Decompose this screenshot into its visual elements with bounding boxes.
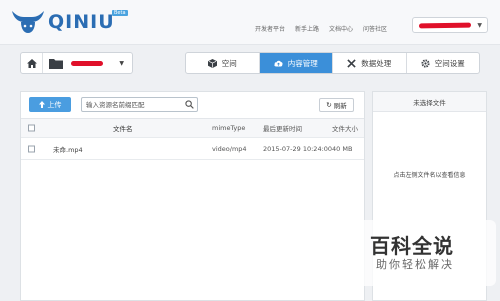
arrow-up-icon bbox=[38, 101, 45, 108]
tab-content-management[interactable]: 内容管理 bbox=[259, 53, 333, 73]
tools-icon bbox=[347, 58, 356, 68]
beta-badge: Beta bbox=[112, 10, 128, 16]
file-mime: video/mp4 bbox=[212, 144, 247, 153]
bucket-selector[interactable]: ▼ bbox=[20, 52, 133, 74]
nav-docs[interactable]: 文档中心 bbox=[329, 24, 353, 33]
ox-logo-icon bbox=[12, 11, 44, 33]
select-all-checkbox[interactable] bbox=[28, 124, 35, 132]
home-button[interactable] bbox=[21, 53, 43, 73]
file-name[interactable]: 未命.mp4 bbox=[53, 144, 83, 154]
search-icon[interactable] bbox=[185, 100, 194, 109]
watermark: 百科全说 助你轻松解决 bbox=[340, 214, 500, 301]
refresh-icon: ↻ bbox=[326, 101, 332, 109]
search-box bbox=[81, 97, 198, 112]
search-input[interactable] bbox=[82, 98, 178, 111]
column-header-mime[interactable]: mimeType bbox=[212, 124, 245, 132]
column-header-size[interactable]: 文件大小 bbox=[332, 123, 358, 133]
file-time: 2015-07-29 10:24:00 bbox=[263, 144, 333, 153]
watermark-title: 百科全说 bbox=[370, 234, 454, 258]
top-header: QINIU Beta 开发者平台 新手上路 文档中心 问答社区 ▼ bbox=[0, 0, 500, 45]
redacted-account-name bbox=[418, 22, 472, 29]
nav-developer-platform[interactable]: 开发者平台 bbox=[255, 24, 285, 33]
tab-data-processing[interactable]: 数据处理 bbox=[333, 53, 407, 73]
logo-wordmark: QINIU bbox=[48, 11, 115, 33]
tab-space[interactable]: 空间 bbox=[186, 53, 260, 73]
nav-community[interactable]: 问答社区 bbox=[363, 24, 387, 33]
qiniu-logo[interactable]: QINIU Beta bbox=[10, 8, 128, 36]
gear-icon bbox=[421, 58, 430, 68]
section-tabs: 空间 内容管理 数据处理 空间设置 bbox=[185, 52, 480, 74]
file-info-title: 未选择文件 bbox=[373, 92, 486, 112]
file-table: 文件名 mimeType 最后更新时间 文件大小 未命.mp4 video/mp… bbox=[21, 118, 364, 160]
column-header-name[interactable]: 文件名 bbox=[113, 123, 133, 133]
column-header-time[interactable]: 最后更新时间 bbox=[263, 123, 302, 133]
chevron-down-icon: ▼ bbox=[477, 22, 482, 29]
top-nav: 开发者平台 新手上路 文档中心 问答社区 bbox=[255, 24, 387, 33]
tab-space-settings[interactable]: 空间设置 bbox=[407, 53, 480, 73]
tab-label: 空间 bbox=[221, 58, 237, 68]
refresh-button[interactable]: ↻ 刷新 bbox=[319, 98, 354, 112]
watermark-subtitle: 助你轻松解决 bbox=[376, 258, 454, 271]
cloud-upload-icon bbox=[274, 60, 283, 66]
home-icon bbox=[26, 58, 37, 68]
refresh-label: 刷新 bbox=[333, 102, 347, 110]
account-dropdown[interactable]: ▼ bbox=[412, 17, 488, 33]
redacted-bucket-name bbox=[71, 60, 103, 66]
tab-label: 内容管理 bbox=[287, 58, 318, 68]
tab-label: 数据处理 bbox=[361, 58, 392, 68]
tab-label: 空间设置 bbox=[434, 58, 465, 68]
upload-button[interactable]: 上传 bbox=[29, 97, 71, 112]
file-size: 40 MB bbox=[332, 144, 353, 153]
upload-label: 上传 bbox=[47, 100, 62, 109]
nav-getting-started[interactable]: 新手上路 bbox=[295, 24, 319, 33]
folder-icon bbox=[49, 58, 63, 69]
chevron-down-icon: ▼ bbox=[119, 59, 124, 67]
file-list-panel: 上传 ↻ 刷新 文件名 mimeType 最后更新时间 文件大小 未命.mp4 … bbox=[20, 91, 365, 301]
table-row[interactable]: 未命.mp4 video/mp4 2015-07-29 10:24:00 40 … bbox=[21, 138, 364, 160]
row-checkbox[interactable] bbox=[28, 145, 35, 152]
cube-icon bbox=[207, 58, 217, 68]
table-header-row: 文件名 mimeType 最后更新时间 文件大小 bbox=[21, 118, 364, 138]
file-info-hint: 点击左侧文件名以查看信息 bbox=[393, 172, 466, 179]
